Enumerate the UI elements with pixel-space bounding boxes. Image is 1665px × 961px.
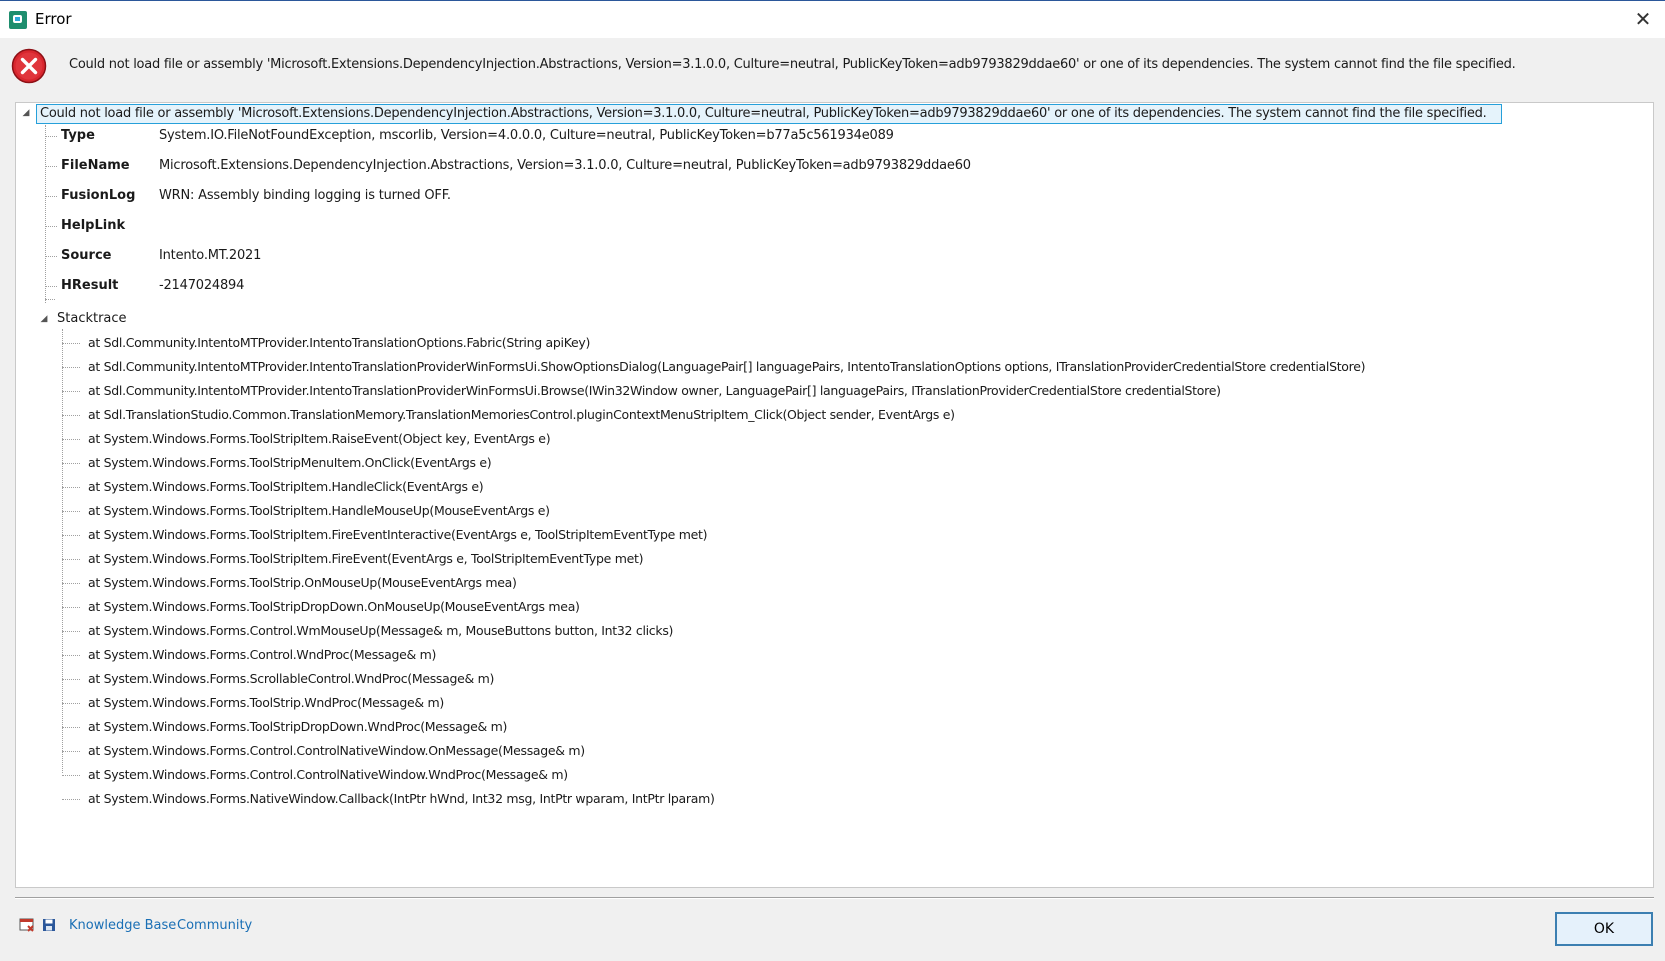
property-value: WRN: Assembly binding logging is turned … bbox=[159, 188, 451, 203]
stack-frame[interactable]: at System.Windows.Forms.ToolStripItem.Ha… bbox=[88, 503, 550, 518]
stack-frame[interactable]: at System.Windows.Forms.Control.WndProc(… bbox=[88, 647, 436, 662]
stack-frame[interactable]: at System.Windows.Forms.ToolStripItem.Fi… bbox=[88, 527, 707, 542]
title-bar: Error ✕ bbox=[0, 0, 1665, 38]
stack-frame[interactable]: at System.Windows.Forms.ToolStrip.WndPro… bbox=[88, 695, 444, 710]
knowledge-base-link[interactable]: Knowledge Base bbox=[69, 918, 176, 933]
stack-frame[interactable]: at System.Windows.Forms.ToolStripDropDow… bbox=[88, 599, 580, 614]
stack-frame[interactable]: at System.Windows.Forms.NativeWindow.Cal… bbox=[88, 791, 715, 806]
collapse-root-icon[interactable]: ◢ bbox=[21, 108, 31, 118]
stack-frame[interactable]: at System.Windows.Forms.Control.ControlN… bbox=[88, 767, 568, 782]
error-icon bbox=[11, 48, 47, 84]
property-value: Intento.MT.2021 bbox=[159, 248, 262, 263]
property-name[interactable]: FusionLog bbox=[61, 188, 135, 203]
stacktrace-node[interactable]: Stacktrace bbox=[57, 311, 127, 326]
app-icon bbox=[9, 11, 27, 29]
tree-root-node[interactable]: Could not load file or assembly 'Microso… bbox=[36, 104, 1502, 124]
collapse-stacktrace-icon[interactable]: ◢ bbox=[39, 314, 49, 324]
property-name[interactable]: FileName bbox=[61, 158, 130, 173]
stack-frame[interactable]: at Sdl.Community.IntentoMTProvider.Inten… bbox=[88, 359, 1365, 374]
stack-frame[interactable]: at Sdl.Community.IntentoMTProvider.Inten… bbox=[88, 335, 590, 350]
property-name[interactable]: Type bbox=[61, 128, 95, 143]
window-title: Error bbox=[35, 10, 72, 28]
property-name[interactable]: Source bbox=[61, 248, 111, 263]
save-icon[interactable] bbox=[41, 917, 57, 933]
stack-frame[interactable]: at Sdl.Community.IntentoMTProvider.Inten… bbox=[88, 383, 1221, 398]
close-icon[interactable]: ✕ bbox=[1631, 7, 1655, 31]
ok-button[interactable]: OK bbox=[1555, 912, 1653, 946]
stack-frame[interactable]: at System.Windows.Forms.ToolStripMenuIte… bbox=[88, 455, 492, 470]
property-value: -2147024894 bbox=[159, 278, 245, 293]
property-value: System.IO.FileNotFoundException, mscorli… bbox=[159, 128, 894, 143]
error-message: Could not load file or assembly 'Microso… bbox=[69, 57, 1516, 72]
community-link[interactable]: Community bbox=[177, 918, 252, 933]
property-name[interactable]: HelpLink bbox=[61, 218, 125, 233]
report-icon[interactable] bbox=[19, 917, 35, 933]
stack-frame[interactable]: at System.Windows.Forms.ToolStripItem.Fi… bbox=[88, 551, 643, 566]
exception-tree[interactable]: ◢ Could not load file or assembly 'Micro… bbox=[15, 102, 1654, 888]
stack-frame[interactable]: at System.Windows.Forms.ToolStripItem.Ra… bbox=[88, 431, 551, 446]
stack-frame[interactable]: at Sdl.TranslationStudio.Common.Translat… bbox=[88, 407, 955, 422]
property-name[interactable]: HResult bbox=[61, 278, 118, 293]
stack-frame[interactable]: at System.Windows.Forms.ToolStripItem.Ha… bbox=[88, 479, 484, 494]
stack-frame[interactable]: at System.Windows.Forms.ToolStrip.OnMous… bbox=[88, 575, 517, 590]
stack-frame[interactable]: at System.Windows.Forms.Control.WmMouseU… bbox=[88, 623, 673, 638]
property-value: Microsoft.Extensions.DependencyInjection… bbox=[159, 158, 971, 173]
stack-frame[interactable]: at System.Windows.Forms.ToolStripDropDow… bbox=[88, 719, 507, 734]
stack-frame[interactable]: at System.Windows.Forms.Control.ControlN… bbox=[88, 743, 585, 758]
stack-frame[interactable]: at System.Windows.Forms.ScrollableContro… bbox=[88, 671, 494, 686]
footer-separator bbox=[15, 897, 1654, 899]
